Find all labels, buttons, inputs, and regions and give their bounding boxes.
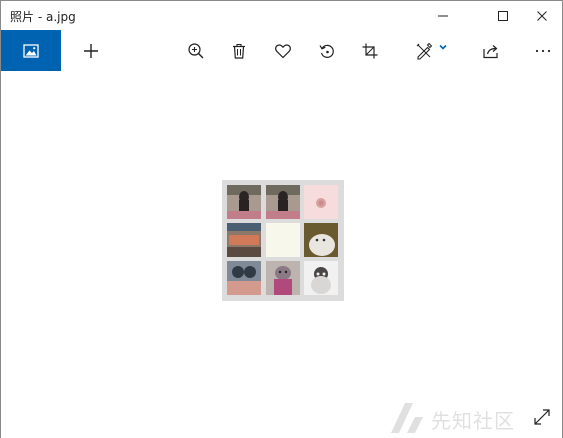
more-button[interactable] bbox=[526, 30, 560, 71]
photo-tile bbox=[304, 185, 338, 219]
command-bar bbox=[1, 30, 562, 71]
photo-tile bbox=[227, 185, 261, 219]
watermark-logo: 先知社区 bbox=[387, 401, 527, 435]
photo-tile bbox=[266, 261, 300, 295]
window-title: 照片 - a.jpg bbox=[10, 10, 76, 24]
chevron-down-icon bbox=[438, 44, 447, 50]
more-icon bbox=[535, 49, 551, 52]
close-button[interactable] bbox=[519, 1, 563, 30]
fullscreen-button[interactable] bbox=[529, 404, 555, 430]
minimize-button[interactable] bbox=[420, 1, 466, 30]
share-icon bbox=[483, 44, 498, 58]
trash-icon bbox=[233, 43, 245, 59]
photos-home-button[interactable] bbox=[1, 30, 61, 71]
add-button[interactable] bbox=[74, 30, 108, 71]
image-canvas[interactable]: 先知社区 bbox=[1, 71, 562, 438]
delete-button[interactable] bbox=[222, 30, 256, 71]
edit-draw-button[interactable] bbox=[409, 30, 453, 71]
rotate-button[interactable] bbox=[310, 30, 344, 71]
maximize-icon bbox=[498, 10, 508, 21]
watermark-mark-icon bbox=[391, 403, 423, 433]
photo-tile bbox=[227, 261, 261, 295]
share-button[interactable] bbox=[474, 30, 508, 71]
photos-app-window: 照片 - a.jpg 先知社区 bbox=[0, 0, 563, 438]
favorite-button[interactable] bbox=[266, 30, 300, 71]
photo-tile bbox=[266, 223, 300, 257]
zoom-in-icon bbox=[188, 42, 204, 58]
edit-draw-icon bbox=[416, 42, 432, 60]
crop-icon bbox=[362, 43, 378, 58]
watermark-text: 先知社区 bbox=[431, 409, 515, 433]
photo-tile bbox=[304, 261, 338, 295]
displayed-photo bbox=[222, 180, 344, 301]
photo-tile bbox=[227, 223, 261, 257]
photos-home-icon bbox=[23, 43, 39, 58]
photo-tile bbox=[266, 185, 300, 219]
close-icon bbox=[537, 10, 547, 21]
zoom-button[interactable] bbox=[179, 30, 213, 71]
minimize-icon bbox=[438, 15, 448, 16]
plus-icon bbox=[84, 43, 98, 58]
rotate-icon bbox=[319, 44, 334, 58]
photo-tile bbox=[304, 223, 338, 257]
heart-icon bbox=[275, 43, 291, 58]
crop-button[interactable] bbox=[353, 30, 387, 71]
expand-icon bbox=[534, 409, 550, 425]
title-bar: 照片 - a.jpg bbox=[1, 1, 562, 30]
